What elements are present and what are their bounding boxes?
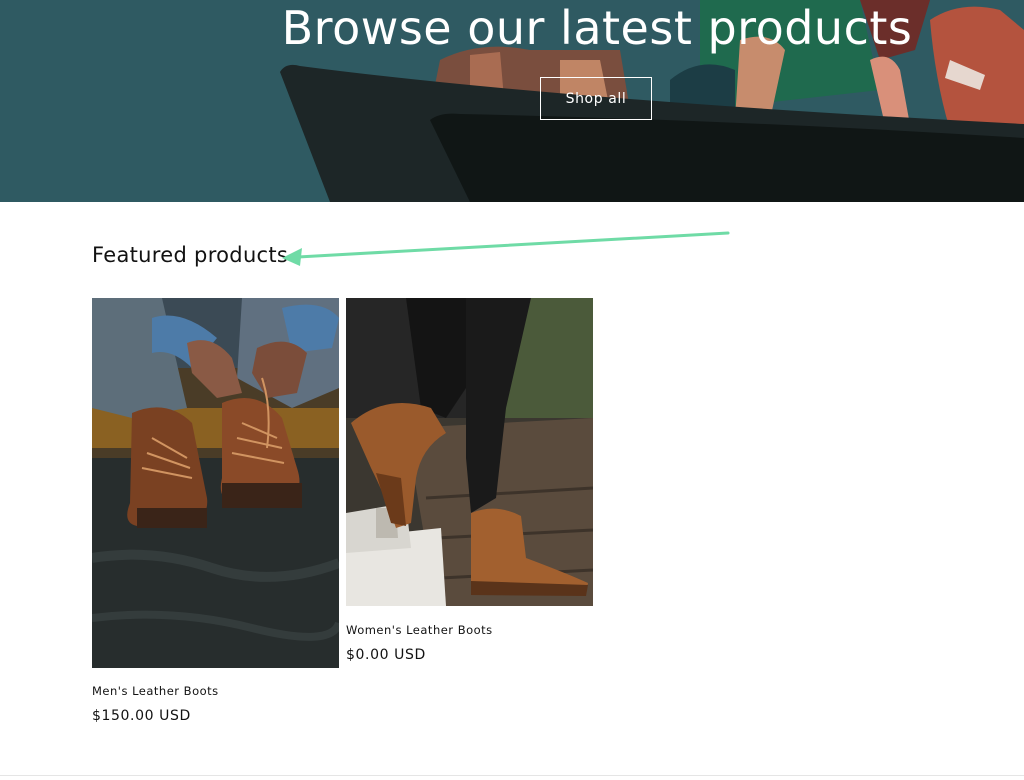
product-card-womens-leather-boots[interactable]: Women's Leather Boots $0.00 USD: [346, 298, 593, 668]
product-image-womens-boots[interactable]: [346, 298, 593, 606]
section-divider: [0, 775, 1024, 776]
shop-all-button[interactable]: Shop all: [540, 77, 652, 120]
hero-banner: Browse our latest products Shop all: [0, 0, 1024, 202]
product-name[interactable]: Women's Leather Boots: [346, 623, 493, 637]
annotation-arrow-icon: [282, 231, 730, 266]
featured-products-title: Featured products: [92, 243, 289, 267]
hero-title: Browse our latest products: [281, 1, 913, 55]
product-name[interactable]: Men's Leather Boots: [92, 684, 219, 698]
product-card-mens-leather-boots[interactable]: Men's Leather Boots $150.00 USD: [92, 298, 339, 728]
product-image-mens-boots[interactable]: [92, 298, 339, 668]
product-price: $150.00 USD: [92, 708, 191, 724]
product-price: $0.00 USD: [346, 647, 426, 663]
